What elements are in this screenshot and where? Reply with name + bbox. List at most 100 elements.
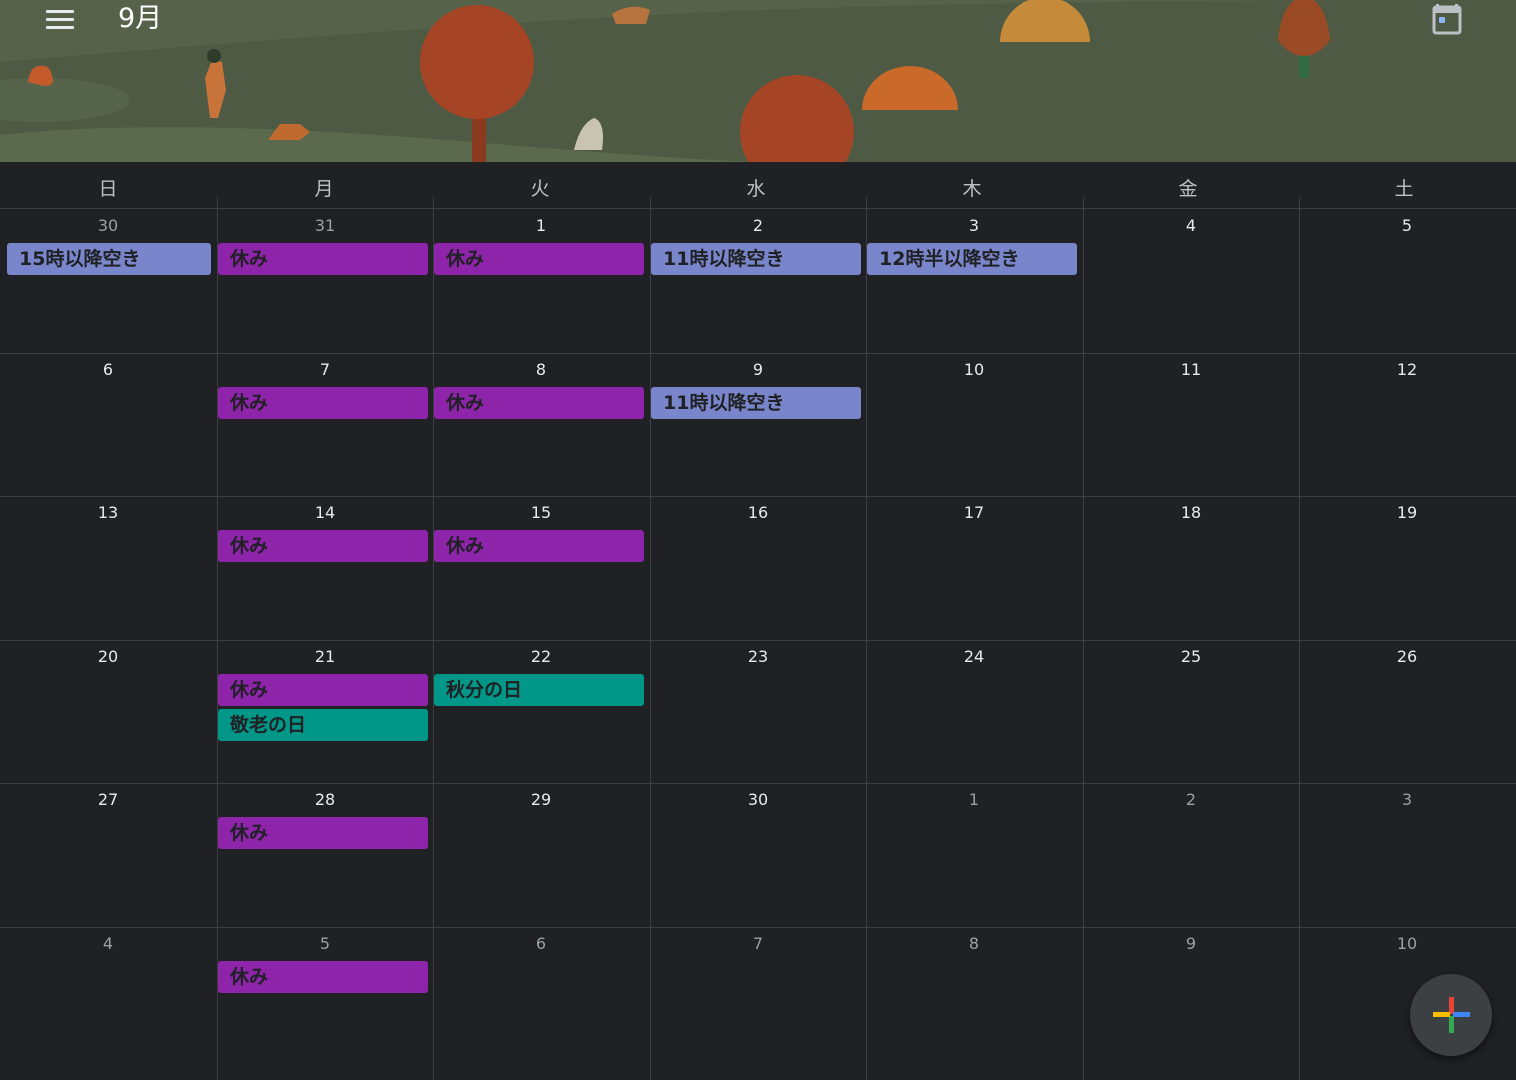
day-number[interactable]: 15 — [433, 503, 649, 522]
day-number[interactable]: 30 — [0, 216, 216, 235]
day-cell[interactable]: 3 — [1299, 783, 1515, 926]
day-cell[interactable]: 4 — [1083, 209, 1299, 352]
day-number[interactable]: 17 — [866, 503, 1082, 522]
day-cell[interactable]: 27 — [0, 783, 216, 926]
day-number[interactable]: 20 — [0, 647, 216, 666]
day-cell[interactable]: 30 15時以降空き — [0, 209, 216, 352]
day-cell[interactable]: 2 — [1083, 783, 1299, 926]
day-number[interactable]: 28 — [217, 790, 433, 809]
day-number[interactable]: 4 — [0, 934, 216, 953]
event-chip[interactable]: 11時以降空き — [651, 243, 861, 275]
event-chip[interactable]: 秋分の日 — [434, 674, 644, 706]
event-chip[interactable]: 15時以降空き — [7, 243, 211, 275]
day-cell[interactable]: 5 — [1299, 209, 1515, 352]
event-chip[interactable]: 休み — [434, 387, 644, 419]
day-cell[interactable]: 13 — [0, 496, 216, 639]
day-number[interactable]: 30 — [650, 790, 866, 809]
day-number[interactable]: 5 — [1299, 216, 1515, 235]
day-number[interactable]: 19 — [1299, 503, 1515, 522]
day-number[interactable]: 4 — [1083, 216, 1299, 235]
day-cell[interactable]: 17 — [866, 496, 1082, 639]
event-chip[interactable]: 休み — [218, 674, 428, 706]
day-cell[interactable]: 15 休み — [433, 496, 649, 639]
day-cell[interactable]: 30 — [650, 783, 866, 926]
day-number[interactable]: 7 — [650, 934, 866, 953]
day-cell[interactable]: 9 — [1083, 927, 1299, 1070]
day-number[interactable]: 14 — [217, 503, 433, 522]
day-cell[interactable]: 24 — [866, 640, 1082, 783]
day-number[interactable]: 5 — [217, 934, 433, 953]
day-number[interactable]: 11 — [1083, 360, 1299, 379]
day-cell[interactable]: 4 — [0, 927, 216, 1070]
day-number[interactable]: 2 — [1083, 790, 1299, 809]
create-event-button[interactable] — [1410, 974, 1492, 1056]
day-number[interactable]: 9 — [650, 360, 866, 379]
day-number[interactable]: 13 — [0, 503, 216, 522]
day-cell[interactable]: 18 — [1083, 496, 1299, 639]
day-cell[interactable]: 3 12時半以降空き — [866, 209, 1082, 352]
day-number[interactable]: 8 — [433, 360, 649, 379]
day-number[interactable]: 16 — [650, 503, 866, 522]
day-number[interactable]: 23 — [650, 647, 866, 666]
day-cell[interactable]: 22 秋分の日 — [433, 640, 649, 783]
day-number[interactable]: 10 — [1299, 934, 1515, 953]
event-chip[interactable]: 休み — [218, 387, 428, 419]
day-number[interactable]: 24 — [866, 647, 1082, 666]
day-cell[interactable]: 14 休み — [217, 496, 433, 639]
day-cell[interactable]: 28 休み — [217, 783, 433, 926]
event-chip[interactable]: 休み — [218, 961, 428, 993]
day-cell[interactable]: 29 — [433, 783, 649, 926]
event-chip[interactable]: 敬老の日 — [218, 709, 428, 741]
day-number[interactable]: 31 — [217, 216, 433, 235]
day-cell[interactable]: 16 — [650, 496, 866, 639]
day-cell[interactable]: 12 — [1299, 353, 1515, 496]
day-number[interactable]: 18 — [1083, 503, 1299, 522]
day-cell[interactable]: 20 — [0, 640, 216, 783]
day-cell[interactable]: 31 休み — [217, 209, 433, 352]
event-chip[interactable]: 休み — [218, 817, 428, 849]
day-number[interactable]: 25 — [1083, 647, 1299, 666]
day-cell[interactable]: 8 — [866, 927, 1082, 1070]
day-cell[interactable]: 26 — [1299, 640, 1515, 783]
day-cell[interactable]: 6 — [0, 353, 216, 496]
event-chip[interactable]: 12時半以降空き — [867, 243, 1077, 275]
event-chip[interactable]: 休み — [434, 530, 644, 562]
day-cell[interactable]: 1 休み — [433, 209, 649, 352]
day-number[interactable]: 27 — [0, 790, 216, 809]
day-number[interactable]: 12 — [1299, 360, 1515, 379]
day-number[interactable]: 1 — [866, 790, 1082, 809]
event-chip[interactable]: 休み — [218, 530, 428, 562]
day-number[interactable]: 9 — [1083, 934, 1299, 953]
day-cell[interactable]: 21 休み 敬老の日 — [217, 640, 433, 783]
day-cell[interactable]: 9 11時以降空き — [650, 353, 866, 496]
day-number[interactable]: 8 — [866, 934, 1082, 953]
day-cell[interactable]: 2 11時以降空き — [650, 209, 866, 352]
event-chip[interactable]: 休み — [218, 243, 428, 275]
day-number[interactable]: 6 — [433, 934, 649, 953]
day-number[interactable]: 2 — [650, 216, 866, 235]
day-cell[interactable]: 25 — [1083, 640, 1299, 783]
day-cell[interactable]: 11 — [1083, 353, 1299, 496]
day-cell[interactable]: 7 — [650, 927, 866, 1070]
day-cell[interactable]: 10 — [866, 353, 1082, 496]
day-number[interactable]: 22 — [433, 647, 649, 666]
day-cell[interactable]: 5 休み — [217, 927, 433, 1070]
day-number[interactable]: 29 — [433, 790, 649, 809]
day-cell[interactable]: 6 — [433, 927, 649, 1070]
day-number[interactable]: 21 — [217, 647, 433, 666]
today-button[interactable] — [1430, 2, 1466, 36]
day-cell[interactable]: 23 — [650, 640, 866, 783]
day-number[interactable]: 26 — [1299, 647, 1515, 666]
day-number[interactable]: 1 — [433, 216, 649, 235]
day-number[interactable]: 3 — [866, 216, 1082, 235]
day-number[interactable]: 3 — [1299, 790, 1515, 809]
day-number[interactable]: 7 — [217, 360, 433, 379]
day-cell[interactable]: 7 休み — [217, 353, 433, 496]
event-chip[interactable]: 休み — [434, 243, 644, 275]
day-number[interactable]: 6 — [0, 360, 216, 379]
day-cell[interactable]: 8 休み — [433, 353, 649, 496]
day-number[interactable]: 10 — [866, 360, 1082, 379]
event-chip[interactable]: 11時以降空き — [651, 387, 861, 419]
month-title[interactable]: 9月 — [118, 2, 162, 36]
day-cell[interactable]: 1 — [866, 783, 1082, 926]
